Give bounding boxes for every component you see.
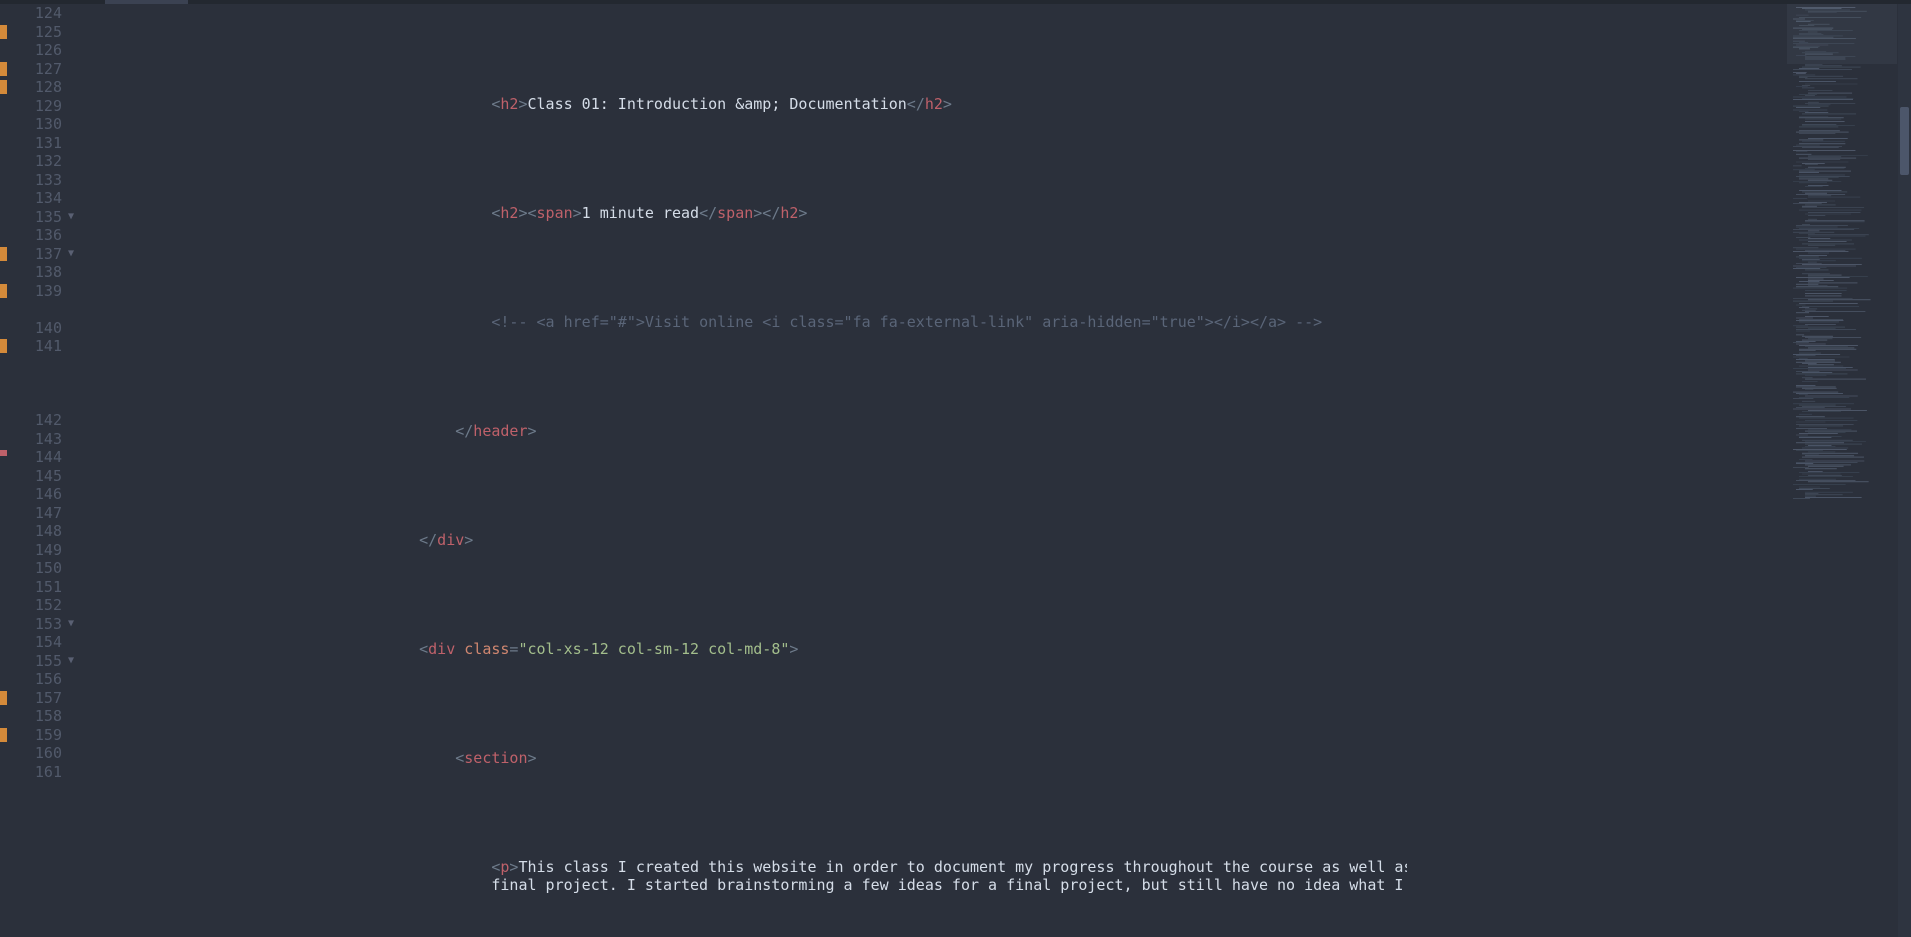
- gutter-line[interactable]: 155▼: [0, 652, 62, 671]
- fold-toggle-icon[interactable]: ▼: [68, 652, 74, 671]
- gutter-line[interactable]: 143: [0, 430, 62, 449]
- gutter-wrap-spacer: [0, 393, 62, 412]
- gutter-line[interactable]: 136: [0, 226, 62, 245]
- code-line: <h2><span>1 minute read</span></h2>: [94, 204, 1407, 223]
- gutter-line[interactable]: 130: [0, 115, 62, 134]
- code-line: </header>: [94, 422, 1407, 441]
- gutter-line[interactable]: 144: [0, 448, 62, 467]
- code-line: <p>This class I created this website in …: [94, 858, 1407, 895]
- gutter-line[interactable]: 157: [0, 689, 62, 708]
- gutter-line[interactable]: 132: [0, 152, 62, 171]
- minimap-canvas: [1787, 4, 1897, 937]
- gutter-line[interactable]: 145: [0, 467, 62, 486]
- gutter-line[interactable]: 151: [0, 578, 62, 597]
- gutter-line[interactable]: 148: [0, 522, 62, 541]
- gutter-line[interactable]: 161: [0, 763, 62, 782]
- gutter-line[interactable]: 160: [0, 744, 62, 763]
- gutter-line[interactable]: 124: [0, 4, 62, 23]
- fold-toggle-icon[interactable]: ▼: [68, 245, 74, 264]
- gutter-line[interactable]: 149: [0, 541, 62, 560]
- gutter-line[interactable]: 134: [0, 189, 62, 208]
- code-line: </div>: [94, 531, 1407, 550]
- fold-toggle-icon[interactable]: ▼: [68, 615, 74, 634]
- gutter-line[interactable]: 139: [0, 282, 62, 301]
- gutter-line[interactable]: 127: [0, 60, 62, 79]
- gutter-line[interactable]: 126: [0, 41, 62, 60]
- fold-toggle-icon[interactable]: ▼: [68, 208, 74, 227]
- gutter-line[interactable]: 135▼: [0, 208, 62, 227]
- code-line: <!-- <a href="#">Visit online <i class="…: [94, 313, 1407, 332]
- gutter-line[interactable]: 128: [0, 78, 62, 97]
- gutter-line[interactable]: 147: [0, 504, 62, 523]
- gutter-wrap-spacer: [0, 374, 62, 393]
- gutter-line[interactable]: 129: [0, 97, 62, 116]
- gutter-line[interactable]: 159: [0, 726, 62, 745]
- gutter-line[interactable]: 137▼: [0, 245, 62, 264]
- code-line: <div class="col-xs-12 col-sm-12 col-md-8…: [94, 640, 1407, 659]
- vertical-scrollbar-thumb[interactable]: [1900, 107, 1909, 175]
- gutter-line[interactable]: 158: [0, 707, 62, 726]
- code-editor[interactable]: 124125126127128129130131132133134135▼136…: [0, 4, 1407, 937]
- code-line: [94, 149, 1407, 168]
- code-line: <h2>Class 01: Introduction &amp; Documen…: [94, 95, 1407, 114]
- code-line: [94, 258, 1407, 277]
- code-area[interactable]: <h2>Class 01: Introduction &amp; Documen…: [76, 4, 1407, 937]
- code-line: [94, 931, 1407, 937]
- gutter-line[interactable]: 146: [0, 485, 62, 504]
- gutter-line[interactable]: 152: [0, 596, 62, 615]
- code-line: [94, 585, 1407, 604]
- gutter-line[interactable]: 150: [0, 559, 62, 578]
- gutter[interactable]: 124125126127128129130131132133134135▼136…: [0, 4, 76, 937]
- gutter-line[interactable]: 133: [0, 171, 62, 190]
- gutter-line[interactable]: 156: [0, 670, 62, 689]
- gutter-line[interactable]: 131: [0, 134, 62, 153]
- code-line: [94, 367, 1407, 386]
- gutter-line[interactable]: 125: [0, 23, 62, 42]
- code-line: [94, 803, 1407, 822]
- code-line: <section>: [94, 749, 1407, 768]
- code-line: [94, 694, 1407, 713]
- code-line: [94, 40, 1407, 59]
- gutter-line[interactable]: 153▼: [0, 615, 62, 634]
- gutter-line[interactable]: 140: [0, 319, 62, 338]
- minimap-viewport[interactable]: [1787, 4, 1897, 64]
- code-line: [94, 476, 1407, 495]
- vertical-scrollbar[interactable]: [1898, 4, 1911, 937]
- gutter-line[interactable]: 154: [0, 633, 62, 652]
- gutter-wrap-spacer: [0, 356, 62, 375]
- minimap[interactable]: [1787, 4, 1897, 937]
- gutter-line[interactable]: 142: [0, 411, 62, 430]
- gutter-wrap-spacer: [0, 300, 62, 319]
- gutter-line[interactable]: 138: [0, 263, 62, 282]
- gutter-line[interactable]: 141: [0, 337, 62, 356]
